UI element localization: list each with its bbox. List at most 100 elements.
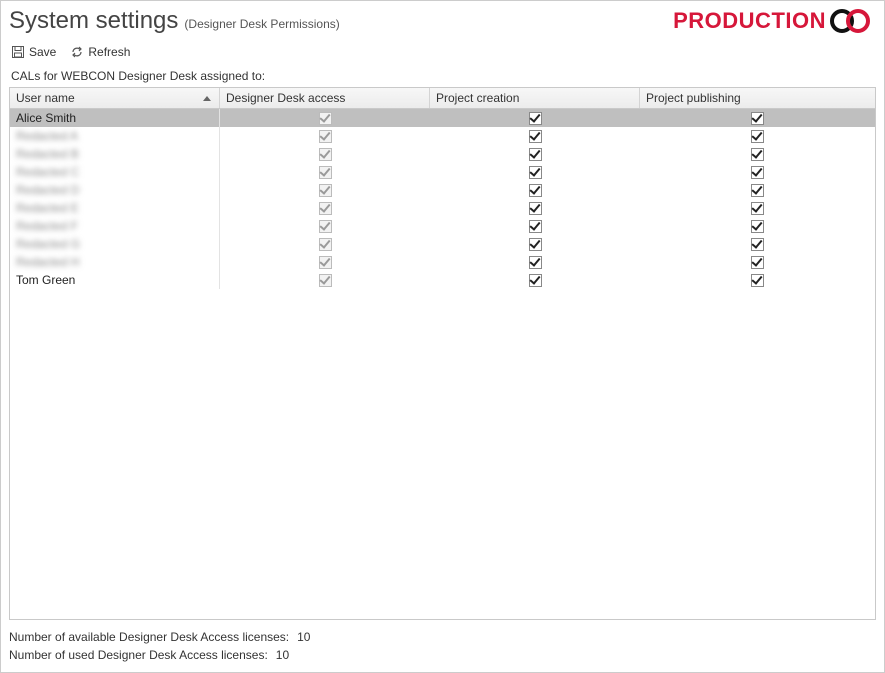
refresh-button-label: Refresh bbox=[88, 45, 130, 59]
publish-cell bbox=[640, 181, 875, 199]
publish-checkbox[interactable] bbox=[751, 220, 764, 233]
user-cell: Redacted C bbox=[10, 163, 220, 181]
publish-checkbox[interactable] bbox=[751, 166, 764, 179]
user-cell: Redacted H bbox=[10, 253, 220, 271]
column-header-create-label: Project creation bbox=[436, 91, 519, 105]
user-cell: Alice Smith bbox=[10, 109, 220, 127]
access-checkbox bbox=[319, 202, 332, 215]
user-name-label: Redacted B bbox=[16, 147, 79, 161]
column-header-user[interactable]: User name bbox=[10, 88, 220, 108]
table-row[interactable]: Redacted B bbox=[10, 145, 875, 163]
toolbar: Save Refresh bbox=[9, 39, 876, 67]
refresh-button[interactable]: Refresh bbox=[70, 45, 130, 59]
publish-checkbox[interactable] bbox=[751, 130, 764, 143]
user-name-label: Redacted H bbox=[16, 255, 79, 269]
used-licenses-label: Number of used Designer Desk Access lice… bbox=[9, 648, 268, 662]
publish-cell bbox=[640, 145, 875, 163]
publish-checkbox[interactable] bbox=[751, 202, 764, 215]
publish-checkbox[interactable] bbox=[751, 238, 764, 251]
publish-checkbox[interactable] bbox=[751, 256, 764, 269]
create-checkbox[interactable] bbox=[529, 274, 542, 287]
create-checkbox[interactable] bbox=[529, 238, 542, 251]
user-name-label: Alice Smith bbox=[16, 111, 76, 125]
footer-used: Number of used Designer Desk Access lice… bbox=[9, 646, 876, 664]
create-cell bbox=[430, 271, 640, 289]
permissions-grid: User name Designer Desk access Project c… bbox=[9, 87, 876, 620]
page-subtitle: (Designer Desk Permissions) bbox=[184, 17, 339, 31]
create-checkbox[interactable] bbox=[529, 220, 542, 233]
user-name-label: Redacted C bbox=[16, 165, 79, 179]
create-checkbox[interactable] bbox=[529, 166, 542, 179]
user-cell: Redacted B bbox=[10, 145, 220, 163]
column-header-access-label: Designer Desk access bbox=[226, 91, 345, 105]
access-cell bbox=[220, 109, 430, 127]
user-name-label: Redacted E bbox=[16, 201, 79, 215]
publish-checkbox[interactable] bbox=[751, 184, 764, 197]
table-row[interactable]: Redacted C bbox=[10, 163, 875, 181]
access-checkbox bbox=[319, 148, 332, 161]
section-label: CALs for WEBCON Designer Desk assigned t… bbox=[9, 67, 876, 87]
create-checkbox[interactable] bbox=[529, 184, 542, 197]
create-checkbox[interactable] bbox=[529, 148, 542, 161]
column-header-publish[interactable]: Project publishing bbox=[640, 88, 875, 108]
create-cell bbox=[430, 217, 640, 235]
create-checkbox[interactable] bbox=[529, 112, 542, 125]
access-cell bbox=[220, 199, 430, 217]
footer-available: Number of available Designer Desk Access… bbox=[9, 628, 876, 646]
create-cell bbox=[430, 127, 640, 145]
access-cell bbox=[220, 217, 430, 235]
publish-cell bbox=[640, 271, 875, 289]
access-checkbox bbox=[319, 274, 332, 287]
table-row[interactable]: Alice Smith bbox=[10, 109, 875, 127]
create-checkbox[interactable] bbox=[529, 202, 542, 215]
header: System settings (Designer Desk Permissio… bbox=[9, 7, 876, 39]
table-row[interactable]: Redacted E bbox=[10, 199, 875, 217]
publish-checkbox[interactable] bbox=[751, 112, 764, 125]
column-header-create[interactable]: Project creation bbox=[430, 88, 640, 108]
column-header-access[interactable]: Designer Desk access bbox=[220, 88, 430, 108]
table-row[interactable]: Redacted F bbox=[10, 217, 875, 235]
save-icon bbox=[11, 45, 25, 59]
user-name-label: Redacted F bbox=[16, 219, 78, 233]
publish-cell bbox=[640, 109, 875, 127]
available-licenses-value: 10 bbox=[297, 630, 310, 644]
create-cell bbox=[430, 145, 640, 163]
access-cell bbox=[220, 145, 430, 163]
refresh-icon bbox=[70, 45, 84, 59]
table-row[interactable]: Redacted A bbox=[10, 127, 875, 145]
save-button[interactable]: Save bbox=[11, 45, 56, 59]
table-row[interactable]: Redacted D bbox=[10, 181, 875, 199]
user-cell: Redacted A bbox=[10, 127, 220, 145]
column-header-user-label: User name bbox=[16, 91, 75, 105]
environment-indicator: PRODUCTION bbox=[673, 7, 876, 35]
column-header-publish-label: Project publishing bbox=[646, 91, 741, 105]
user-cell: Redacted G bbox=[10, 235, 220, 253]
user-name-label: Redacted D bbox=[16, 183, 79, 197]
title-block: System settings (Designer Desk Permissio… bbox=[9, 7, 340, 35]
access-checkbox bbox=[319, 220, 332, 233]
publish-cell bbox=[640, 217, 875, 235]
user-name-label: Redacted G bbox=[16, 237, 80, 251]
available-licenses-label: Number of available Designer Desk Access… bbox=[9, 630, 289, 644]
user-name-label: Tom Green bbox=[16, 273, 75, 287]
access-cell bbox=[220, 253, 430, 271]
publish-checkbox[interactable] bbox=[751, 148, 764, 161]
publish-checkbox[interactable] bbox=[751, 274, 764, 287]
table-row[interactable]: Redacted G bbox=[10, 235, 875, 253]
user-cell: Redacted D bbox=[10, 181, 220, 199]
create-checkbox[interactable] bbox=[529, 130, 542, 143]
access-cell bbox=[220, 181, 430, 199]
table-row[interactable]: Redacted H bbox=[10, 253, 875, 271]
footer: Number of available Designer Desk Access… bbox=[9, 620, 876, 664]
access-cell bbox=[220, 235, 430, 253]
create-cell bbox=[430, 181, 640, 199]
publish-cell bbox=[640, 127, 875, 145]
grid-body[interactable]: Alice Smith Redacted A Redacted B Redacted … bbox=[10, 109, 875, 619]
create-checkbox[interactable] bbox=[529, 256, 542, 269]
access-cell bbox=[220, 163, 430, 181]
access-cell bbox=[220, 271, 430, 289]
table-row[interactable]: Tom Green bbox=[10, 271, 875, 289]
save-button-label: Save bbox=[29, 45, 56, 59]
publish-cell bbox=[640, 235, 875, 253]
link-rings-icon bbox=[828, 7, 876, 35]
